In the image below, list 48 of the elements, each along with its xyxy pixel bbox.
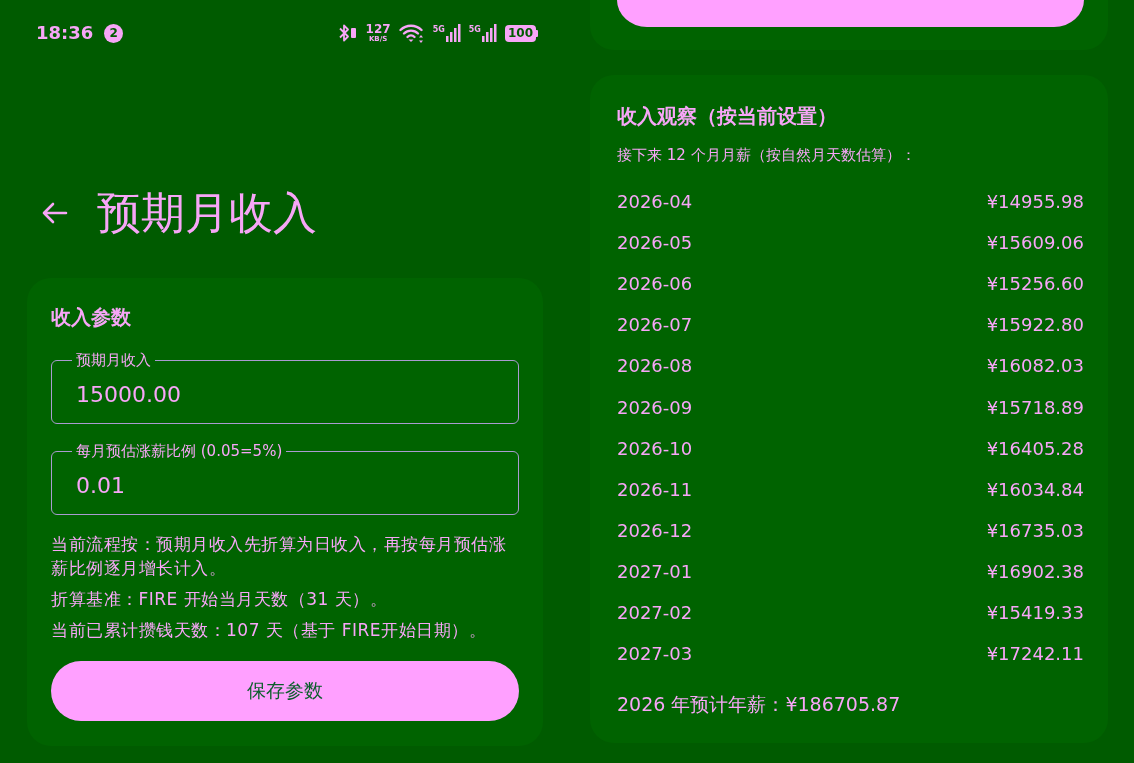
month-label: 2026-04: [617, 191, 693, 213]
month-label: 2026-08: [617, 355, 693, 377]
month-label: 2026-10: [617, 437, 693, 459]
month-label: 2027-03: [617, 643, 693, 665]
card-title: 收入参数: [51, 304, 132, 331]
signal-icon: [481, 24, 497, 42]
notification-badge: 2: [104, 23, 124, 43]
month-label: 2026-06: [617, 273, 693, 295]
network-type-label: 5G: [468, 25, 481, 34]
back-arrow-icon[interactable]: [40, 201, 68, 225]
month-label: 2026-07: [617, 314, 693, 336]
battery-indicator: 100: [504, 24, 538, 42]
salary-amount: ¥16034.84: [986, 478, 1084, 500]
page-title: 预期月收入: [97, 186, 317, 240]
info-text: 当前流程按：预期月收入先折算为日收入，再按每月预估涨薪比例逐月增长计入。: [51, 533, 507, 580]
info-text: 当前已累计攒钱天数：107 天（基于 FIRE开始日期）。: [51, 619, 488, 642]
salary-amount: ¥15609.06: [986, 232, 1084, 254]
salary-amount: ¥17242.11: [986, 643, 1084, 665]
salary-amount: ¥16082.03: [986, 355, 1084, 377]
card-title: 收入观察（按当前设置）: [617, 103, 838, 130]
field-label: 预期月收入: [75, 350, 152, 370]
card-subtitle: 接下来 12 个月月薪（按自然月天数估算）：: [617, 145, 917, 166]
bluetooth-icon: [337, 23, 358, 43]
month-label: 2027-01: [617, 560, 693, 582]
month-label: 2026-09: [617, 396, 693, 418]
network-type-label: 5G: [432, 25, 445, 34]
network-speed: 127: [365, 23, 391, 35]
input-field[interactable]: 预期月收入 15000.00: [51, 350, 519, 424]
month-label: 2026-12: [617, 519, 693, 541]
salary-amount: ¥15922.80: [986, 314, 1084, 336]
salary-amount: ¥16902.38: [986, 560, 1084, 582]
info-text: 折算基准：FIRE 开始当月天数（31 天）。: [51, 588, 389, 611]
signal-icon: [445, 24, 461, 42]
salary-amount: ¥14955.98: [986, 191, 1084, 213]
annual-salary-total: 2026 年预计年薪：¥186705.87: [617, 692, 902, 718]
save-button[interactable]: 保存参数: [51, 661, 519, 721]
input-field[interactable]: 每月预估涨薪比例 (0.05=5%) 0.01: [51, 441, 519, 515]
month-label: 2027-02: [617, 602, 693, 623]
status-time: 18:36: [36, 22, 94, 44]
field-label: 每月预估涨薪比例 (0.05=5%): [75, 441, 284, 461]
salary-amount: ¥15419.33: [986, 602, 1084, 623]
wifi-icon: [398, 23, 425, 43]
month-label: 2026-11: [617, 478, 693, 500]
salary-amount: ¥16405.28: [986, 437, 1084, 459]
month-label: 2026-05: [617, 232, 693, 254]
salary-amount: ¥15256.60: [986, 273, 1084, 295]
salary-amount: ¥15718.89: [986, 396, 1084, 418]
salary-amount: ¥16735.03: [986, 519, 1084, 541]
